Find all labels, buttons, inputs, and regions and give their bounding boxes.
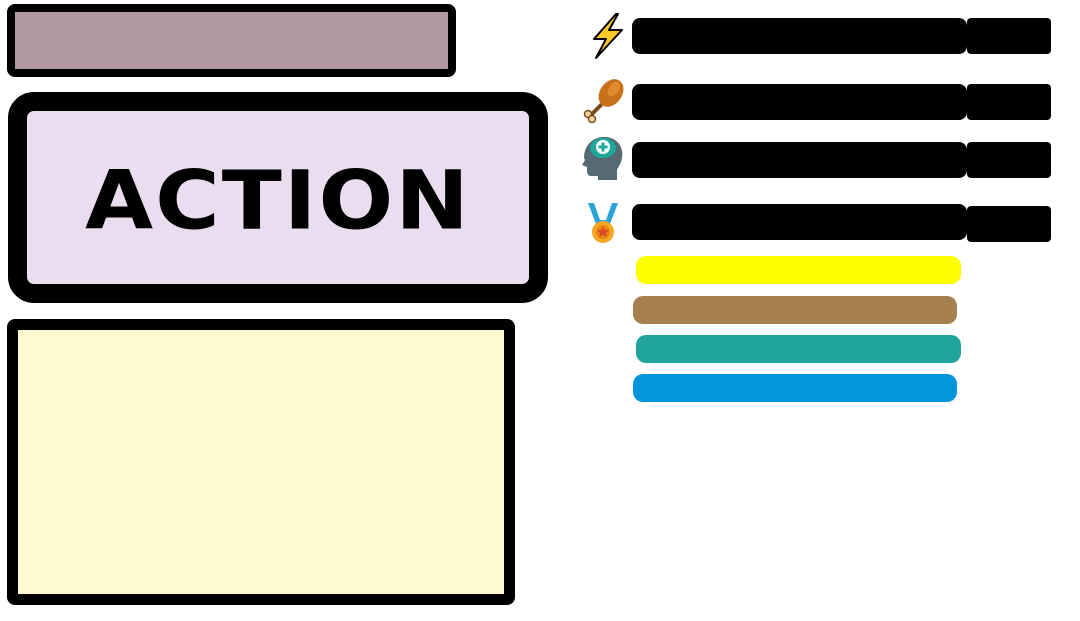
chicken-leg-icon	[583, 79, 624, 124]
medal-icon	[588, 203, 618, 243]
reputation-value-box	[967, 206, 1051, 242]
brain-health-icon	[582, 136, 623, 180]
hunger-value-box	[967, 84, 1051, 120]
hunger-level-bar	[633, 296, 957, 324]
action-button[interactable]: ACTION	[8, 92, 548, 303]
energy-value-box	[967, 18, 1051, 54]
lightning-icon	[593, 13, 623, 59]
title-box	[7, 4, 456, 77]
mind-bar-track	[632, 142, 967, 178]
energy-level-bar	[636, 256, 961, 284]
mind-value-box	[967, 142, 1051, 178]
info-panel	[7, 319, 515, 605]
reputation-bar-track	[632, 204, 967, 240]
reputation-level-bar	[633, 374, 957, 402]
mind-level-bar	[636, 335, 961, 363]
energy-bar-track	[632, 18, 967, 54]
action-button-label: ACTION	[85, 153, 471, 248]
hunger-bar-track	[632, 84, 967, 120]
